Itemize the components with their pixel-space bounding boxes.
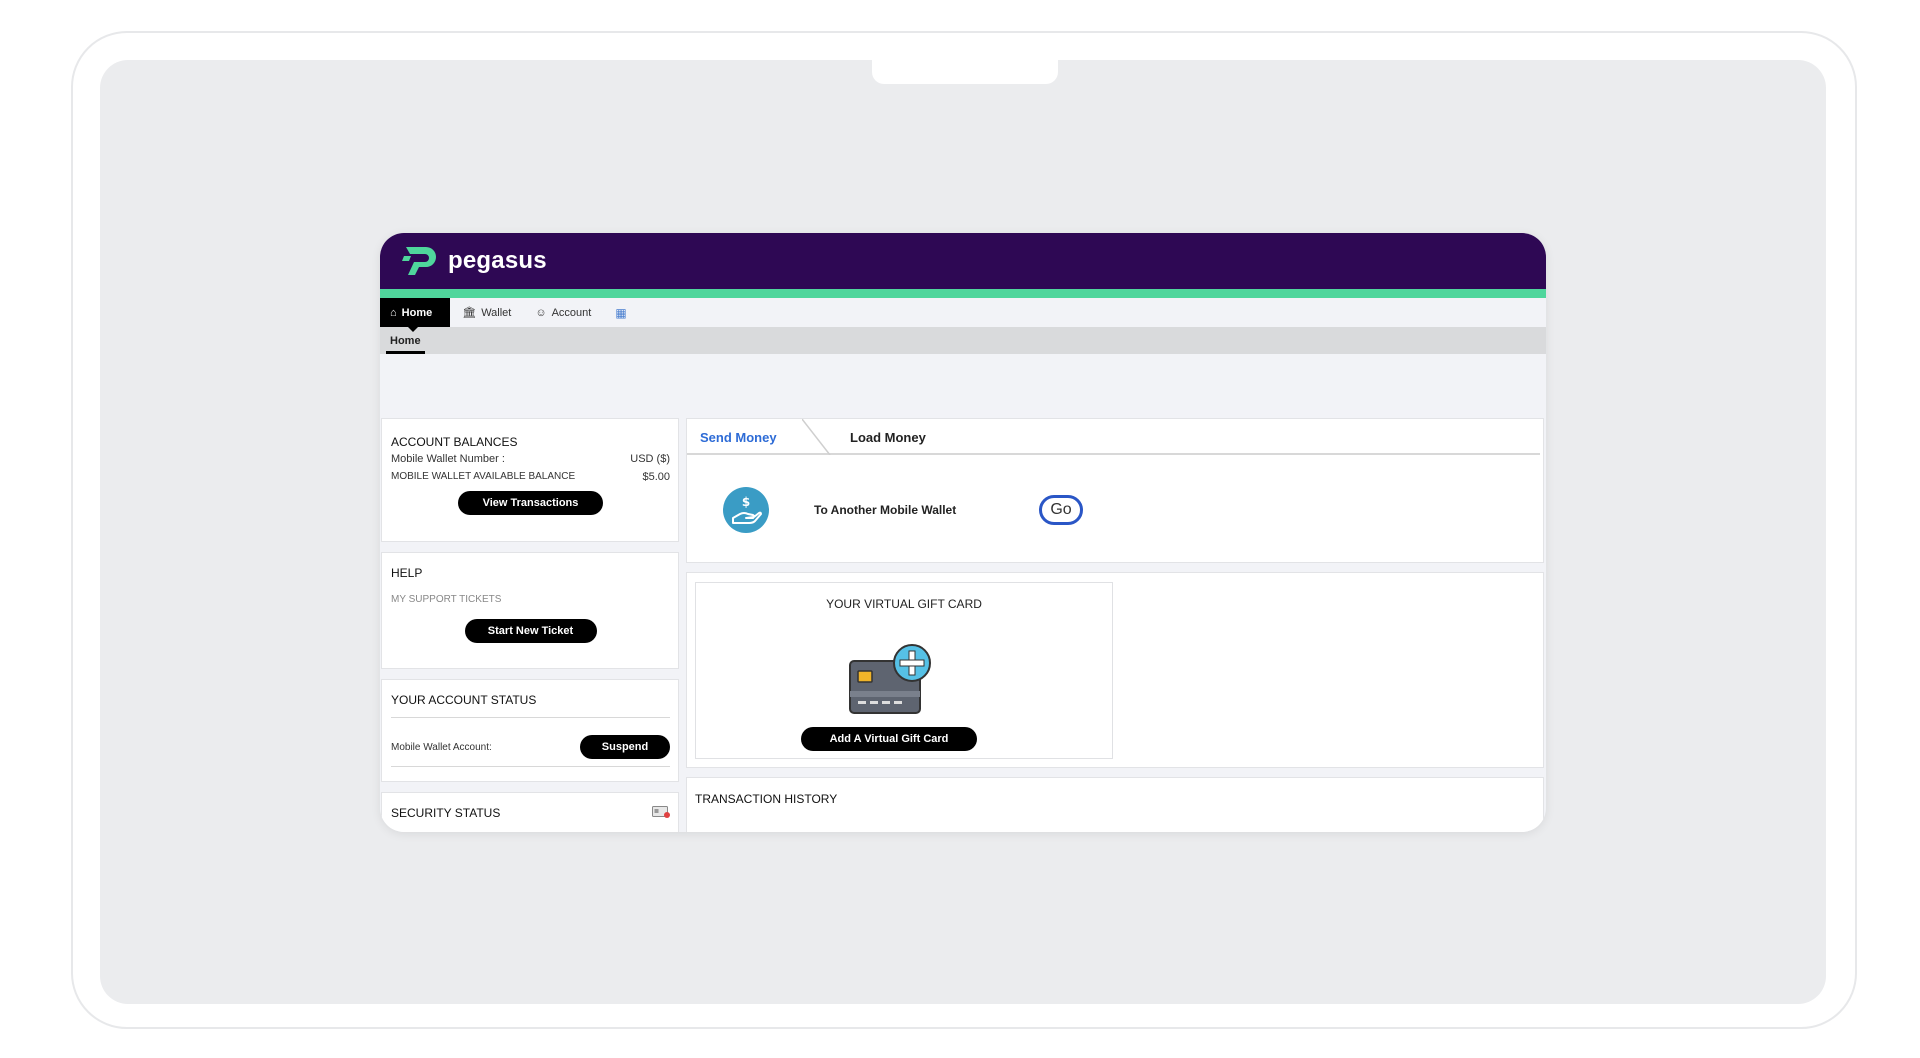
bank-icon: 🏛 — [462, 307, 477, 319]
nav-item-home[interactable]: ⌂ Home — [380, 298, 451, 332]
wallet-number-label: Mobile Wallet Number : — [391, 453, 505, 465]
add-gift-card-button[interactable]: Add A Virtual Gift Card — [801, 727, 977, 751]
nav-item-calendar[interactable]: ▦ — [603, 298, 638, 327]
start-new-ticket-button[interactable]: Start New Ticket — [464, 619, 597, 643]
tab-send-money[interactable]: Send Money — [700, 430, 777, 445]
help-title: HELP — [391, 566, 423, 580]
subnav-item-home[interactable]: Home — [386, 335, 425, 354]
account-balances-panel: ACCOUNT BALANCES Mobile Wallet Number : … — [381, 418, 679, 542]
account-status-panel: YOUR ACCOUNT STATUS Mobile Wallet Accoun… — [381, 679, 679, 782]
credit-card-plus-icon — [849, 644, 931, 714]
app-header: pegasus — [380, 233, 1546, 289]
tab-load-money[interactable]: Load Money — [850, 430, 926, 445]
nav-label: Account — [551, 306, 592, 319]
tab-separator — [802, 419, 831, 455]
gift-card-section: YOUR VIRTUAL GIFT CARD Add A Virtual Gif… — [686, 572, 1544, 768]
available-balance-value: $5.00 — [642, 471, 670, 483]
wallet-number-value: USD ($) — [630, 453, 670, 465]
home-icon: ⌂ — [390, 306, 397, 319]
nav-label: Home — [401, 306, 433, 319]
sub-nav: Home — [380, 327, 1546, 354]
help-panel: HELP MY SUPPORT TICKETS Start New Ticket — [381, 552, 679, 669]
send-option-label: To Another Mobile Wallet — [814, 503, 957, 517]
wallet-account-label: Mobile Wallet Account: — [391, 741, 492, 753]
transfer-tabs: Send Money Load Money — [687, 419, 1540, 455]
hand-money-icon: $ — [723, 487, 769, 533]
device-notch — [872, 58, 1058, 84]
suspend-button[interactable]: Suspend — [580, 735, 670, 759]
main-nav: ⌂ Home 🏛 Wallet ☺ Account ▦ — [380, 298, 1546, 332]
transaction-history-title: TRANSACTION HISTORY — [695, 792, 838, 806]
view-transactions-button[interactable]: View Transactions — [458, 491, 603, 515]
gift-card-panel: YOUR VIRTUAL GIFT CARD Add A Virtual Gif… — [695, 582, 1113, 759]
send-option-row: $ To Another Mobile Wallet Go — [687, 455, 1543, 555]
brand-name: pegasus — [448, 247, 547, 274]
available-balance-label: MOBILE WALLET AVAILABLE BALANCE — [391, 471, 576, 482]
account-balances-title: ACCOUNT BALANCES — [391, 435, 518, 449]
pegasus-logo-icon[interactable] — [402, 244, 440, 278]
transfer-panel: Send Money Load Money $ To Another Mobil… — [686, 418, 1544, 563]
security-status-title: SECURITY STATUS — [391, 806, 501, 820]
nav-item-wallet[interactable]: 🏛 Wallet — [450, 298, 523, 327]
account-status-title: YOUR ACCOUNT STATUS — [391, 693, 537, 707]
support-tickets-link[interactable]: MY SUPPORT TICKETS — [391, 594, 670, 605]
user-circle-icon: ☺ — [535, 306, 547, 319]
go-button[interactable]: Go — [1039, 495, 1083, 525]
calendar-icon: ▦ — [615, 305, 627, 320]
id-card-icon[interactable] — [652, 806, 670, 818]
divider — [391, 717, 670, 718]
gift-card-title: YOUR VIRTUAL GIFT CARD — [826, 597, 982, 611]
nav-item-account[interactable]: ☺ Account — [523, 298, 603, 327]
security-status-panel: SECURITY STATUS — [381, 792, 679, 832]
nav-label: Wallet — [481, 306, 512, 319]
app-window: pegasus ⌂ Home 🏛 Wallet ☺ Account ▦ Home… — [380, 233, 1546, 832]
header-accent-bar — [380, 289, 1546, 298]
svg-text:$: $ — [742, 495, 750, 509]
transaction-history-panel: TRANSACTION HISTORY — [686, 777, 1544, 832]
